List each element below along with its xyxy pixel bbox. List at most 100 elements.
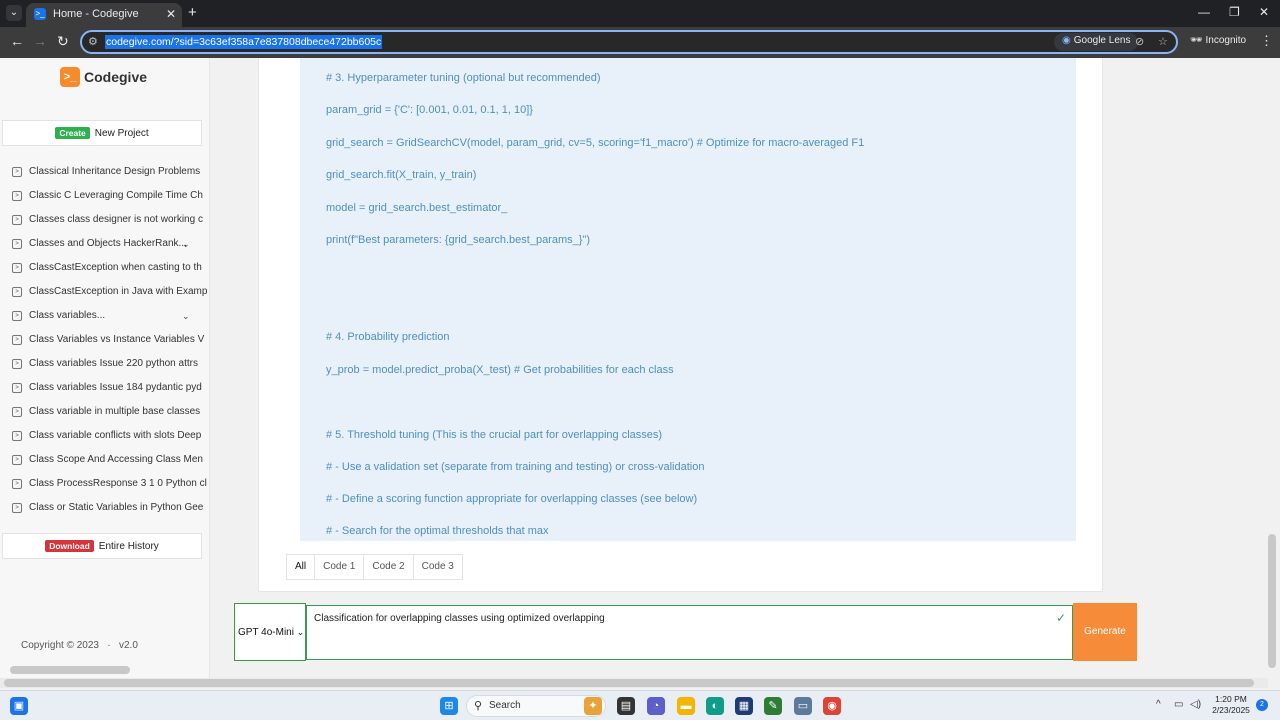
tab-close-icon[interactable]: ✕ — [166, 7, 176, 21]
store-icon[interactable]: ▦ — [735, 697, 753, 715]
chevron-down-icon[interactable]: ⌄ — [182, 232, 190, 256]
tab-search-dropdown-icon[interactable]: ⌄ — [6, 5, 22, 21]
code-line: print(f"Best parameters: {grid_search.be… — [326, 234, 590, 246]
history-item[interactable]: > Class variables Issue 220 python attrs — [12, 352, 208, 376]
create-badge: Create — [55, 127, 90, 139]
code-line: param_grid = {'C': [0.001, 0.01, 0.1, 1,… — [326, 104, 533, 116]
file-explorer-icon[interactable]: ▬ — [677, 697, 695, 715]
generate-button[interactable]: Generate — [1073, 603, 1137, 661]
maximize-icon[interactable]: ❐ — [1229, 5, 1240, 19]
task-view-icon[interactable]: ▤ — [617, 697, 635, 715]
terminal-icon: > — [12, 503, 22, 513]
system-clock[interactable]: 1:20 PM 2/23/2025 — [1208, 694, 1254, 716]
history-item[interactable]: > Class variable in multiple base classes — [12, 400, 208, 424]
terminal-icon: > — [12, 239, 22, 249]
logo-text: Codegive — [84, 69, 148, 85]
back-arrow-icon[interactable]: ← — [10, 33, 24, 49]
tray-chevron-icon[interactable]: ^ — [1156, 699, 1161, 710]
lens-label: Google Lens — [1073, 35, 1131, 46]
history-item-label: ClassCastException when casting to th — [29, 262, 202, 273]
close-window-icon[interactable]: ✕ — [1259, 5, 1269, 19]
sidebar: >_ Codegive Create New Project > Classical… — [0, 58, 210, 678]
search-icon: ⚲ — [474, 700, 483, 712]
forward-arrow-icon[interactable]: → — [33, 33, 47, 49]
windows-start-icon[interactable]: ⊞ — [440, 697, 458, 715]
copyright-text: Copyright © 2023 — [21, 640, 99, 651]
google-lens-button[interactable]: ◉ Google Lens — [1054, 33, 1139, 51]
volume-icon[interactable]: ◁) — [1190, 699, 1201, 710]
terminal-icon: > — [12, 263, 22, 273]
history-item[interactable]: > Class variable conflicts with slots Dee… — [12, 424, 208, 448]
history-item[interactable]: > ClassCastException when casting to th — [12, 256, 208, 280]
code-line: y_prob = model.predict_proba(X_test) # G… — [326, 364, 674, 376]
taskbar-search-label: Search — [489, 700, 521, 711]
history-item[interactable]: > Class Variables vs Instance Variables V — [12, 328, 208, 352]
prompt-value: Classification for overlapping classes u… — [314, 613, 605, 624]
code-tabs: All Code 1 Code 2 Code 3 — [286, 554, 463, 580]
page-content: >_ Codegive Create New Project > Classical… — [0, 58, 1280, 690]
history-item[interactable]: > Class Scope And Accessing Class Men — [12, 448, 208, 472]
check-icon: ✓ — [1055, 611, 1066, 625]
remote-desktop-icon[interactable]: ▭ — [794, 697, 812, 715]
edge-browser-icon[interactable]: ◐ — [706, 697, 724, 715]
reload-icon[interactable]: ↻ — [57, 33, 69, 50]
page-horizontal-scrollbar[interactable] — [0, 678, 1268, 688]
terminal-icon: > — [12, 335, 22, 345]
address-url[interactable]: codegive.com/?sid=3c63ef358a7e837808dbec… — [105, 35, 383, 49]
model-select[interactable]: GPT 4o-Mini ⌄ — [234, 603, 306, 661]
address-bar[interactable]: ⚙ codegive.com/?sid=3c63ef358a7e837808db… — [80, 30, 1178, 54]
chrome-icon[interactable]: ◉ — [823, 697, 841, 715]
history-item[interactable]: > Class ProcessResponse 3 1 0 Python cl — [12, 472, 208, 496]
codegive-favicon-icon: >_ — [34, 8, 46, 20]
history-item[interactable]: > Class variables Issue 184 pydantic pyd — [12, 376, 208, 400]
search-highlight-icon: ✦ — [584, 697, 602, 715]
terminal-icon: > — [12, 407, 22, 417]
tab-code-2[interactable]: Code 2 — [364, 555, 414, 579]
history-item[interactable]: > Classic C Leveraging Compile Time Ch — [12, 184, 208, 208]
history-item[interactable]: > Classes class designer is not working c — [12, 208, 208, 232]
history-item[interactable]: > Classes and Objects HackerRank... ⌄ — [12, 232, 208, 256]
history-item-label: Class variables... — [29, 310, 106, 321]
clock-time: 1:20 PM — [1215, 694, 1247, 704]
history-item-label: Class variable conflicts with slots Deep — [29, 430, 202, 441]
history-item[interactable]: > Class variables... ⌄ — [12, 304, 208, 328]
sidebar-horizontal-scrollbar[interactable] — [10, 666, 130, 674]
browser-menu-icon[interactable]: ⋮ — [1260, 33, 1273, 49]
new-tab-button[interactable]: + — [188, 4, 197, 21]
download-history-button[interactable]: Download Entire History — [2, 533, 202, 559]
notepad-icon[interactable]: ✎ — [764, 697, 782, 715]
incognito-indicator[interactable]: 🕶 Incognito — [1190, 35, 1246, 46]
tab-code-1[interactable]: Code 1 — [315, 555, 365, 579]
scrollbar-thumb[interactable] — [4, 679, 1254, 687]
history-item[interactable]: > Class or Static Variables in Python Gee — [12, 496, 208, 520]
browser-tab-home[interactable]: >_ Home - Codegive ✕ — [26, 3, 182, 27]
history-item-label: Class variables Issue 220 python attrs — [29, 358, 198, 369]
chat-icon[interactable]: ◔ — [647, 697, 665, 715]
eye-slash-icon[interactable]: ⊘ — [1135, 35, 1144, 48]
history-item-label: Class or Static Variables in Python Gee — [29, 502, 204, 513]
widgets-icon[interactable]: ▣ — [10, 697, 28, 715]
chevron-down-icon[interactable]: ⌄ — [182, 304, 190, 328]
new-project-button[interactable]: Create New Project — [2, 120, 202, 146]
terminal-icon: > — [12, 287, 22, 297]
version-separator: · — [107, 640, 111, 651]
history-item-label: Class variables Issue 184 pydantic pyd — [29, 382, 202, 393]
code-line: # 4. Probability prediction — [326, 331, 450, 343]
code-line: # 5. Threshold tuning (This is the cruci… — [326, 429, 663, 441]
minimize-icon[interactable]: — — [1198, 5, 1210, 19]
history-item[interactable]: > Classical Inheritance Design Problems — [12, 160, 208, 184]
history-item-label: Class Scope And Accessing Class Men — [29, 454, 203, 465]
incognito-label: Incognito — [1205, 35, 1247, 46]
terminal-icon: > — [12, 167, 22, 177]
notification-badge[interactable]: 2 — [1256, 699, 1268, 711]
tab-code-3[interactable]: Code 3 — [414, 555, 462, 579]
site-info-icon[interactable]: ⚙ — [88, 35, 98, 48]
tab-all[interactable]: All — [287, 555, 316, 579]
history-item-label: Classical Inheritance Design Problems — [29, 166, 201, 177]
history-item[interactable]: > ClassCastException in Java with Examp — [12, 280, 208, 304]
terminal-icon: > — [12, 479, 22, 489]
bookmark-star-icon[interactable]: ☆ — [1158, 35, 1168, 48]
network-icon[interactable]: ▭ — [1174, 699, 1183, 710]
prompt-input[interactable]: Classification for overlapping classes u… — [306, 605, 1073, 660]
page-vertical-scrollbar[interactable] — [1268, 534, 1276, 668]
